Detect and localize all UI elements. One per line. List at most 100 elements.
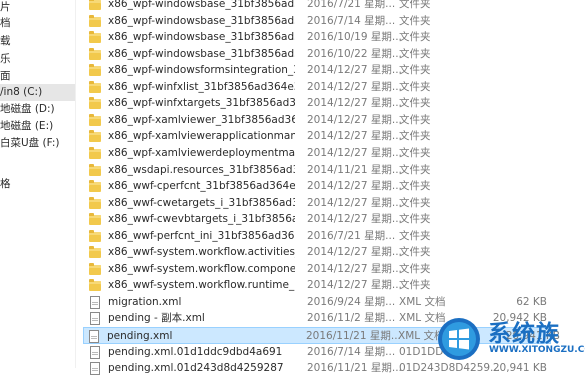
nav-item[interactable]: 面 [0,68,11,85]
folder-row[interactable]: x86_wpf-windowsbase_31bf3856ad36... 2016/… [85,29,537,46]
file-date: 2016/7/14 星期... [307,14,396,27]
folder-row[interactable]: x86_wpf-xamlviewerdeploymentmanif... 2014… [85,145,537,162]
folder-row[interactable]: x86_wpf-windowsbase_31bf3856ad36... 2016/… [85,13,537,30]
file-date: 2014/11/21 星期... [307,163,402,176]
file-date: 2016/7/21 星期... [307,229,396,242]
folder-icon [89,80,101,93]
folder-row[interactable]: x86_wpf-xamlviewer_31bf3856ad364e... 2014… [85,112,537,129]
watermark-url: WWW.XITONGZU.COM [489,345,585,355]
nav-item[interactable]: 白菜U盘 (F:) [0,135,59,152]
file-date: 2016/10/22 星期... [307,47,402,60]
file-type: 文件夹 [399,97,431,110]
folder-row[interactable]: x86_wwf-system.workflow.component... 2014… [85,261,537,278]
file-type: 文件夹 [399,196,431,209]
file-date: 2014/12/27 星期... [307,64,402,77]
file-name: x86_wwf-cwevbtargets_i_31bf3856ad... [108,213,295,226]
nav-item[interactable]: 地磁盘 (D:) [0,101,55,118]
file-type: 文件夹 [399,146,431,159]
folder-row[interactable]: x86_wpf-winfxtargets_31bf3856ad364... 201… [85,95,537,112]
file-type: 文件夹 [399,213,431,226]
file-date: 2016/11/21 星期... [306,330,401,342]
nav-item[interactable]: 乐 [0,51,11,68]
nav-item[interactable]: 地磁盘 (E:) [0,118,53,135]
folder-row[interactable]: x86_wwf-cwevbtargets_i_31bf3856ad... 2014… [85,211,537,228]
folder-icon [89,113,101,126]
folder-icon [89,47,101,60]
file-icon [90,345,100,359]
folder-icon [89,246,101,259]
file-type: 文件夹 [399,0,431,10]
file-name: x86_wpf-winfxlist_31bf3856ad364e35_... [108,80,295,93]
file-date: 2014/12/27 星期... [307,80,402,93]
folder-icon [89,163,101,176]
file-name: migration.xml [108,295,182,308]
navigation-pane: 片档载乐面/in8 (C:) 地磁盘 (D:) 地磁盘 (E:) 白菜U盘 (F:) 格 [0,0,76,368]
file-name: x86_wpf-windowsbase_31bf3856ad36... [108,47,295,60]
file-icon [89,330,99,343]
folder-row[interactable]: x86_wpf-windowsbase_31bf3856ad36... 2016/… [85,46,537,63]
folder-row[interactable]: x86_wpf-windowsformsintegration_31... 201… [85,62,537,79]
file-name: x86_wpf-windowsbase_31bf3856ad36... [108,0,295,10]
folder-icon [89,213,101,226]
folder-row[interactable]: x86_wwf-cperfcnt_31bf3856ad364e35_... 201… [85,178,537,195]
file-name: x86_wpf-xamlviewerdeploymentmanif... [108,146,295,159]
file-name: x86_wwf-system.workflow.activities_3... [108,246,295,259]
folder-icon [89,14,101,27]
nav-item[interactable]: 档 [0,15,11,32]
nav-item[interactable]: 格 [0,176,11,193]
folder-icon [89,262,101,275]
file-name: x86_wpf-windowsbase_31bf3856ad36... [108,14,295,27]
file-type: 文件夹 [399,31,431,44]
file-type: 文件夹 [399,246,431,259]
file-name: x86_wpf-winfxtargets_31bf3856ad364... [108,97,295,110]
file-name: pending.xml [107,330,173,342]
file-name: x86_wpf-xamlviewerapplicationmanif... [108,130,295,143]
file-date: 2016/9/24 星期... [307,295,396,308]
file-name: x86_wwf-cperfcnt_31bf3856ad364e35_... [108,180,295,193]
file-name: x86_wpf-xamlviewer_31bf3856ad364e... [108,113,295,126]
folder-row[interactable]: x86_wwf-system.workflow.activities_3... 2… [85,244,537,261]
nav-item[interactable]: 片 [0,0,11,16]
folder-row[interactable]: x86_wsdapi.resources_31bf3856ad36... 2014… [85,162,537,179]
folder-row[interactable]: x86_wpf-xamlviewerapplicationmanif... 201… [85,128,537,145]
watermark-title: 系统族 [488,321,560,347]
folder-row[interactable]: x86_wpf-winfxlist_31bf3856ad364e35_... 20… [85,79,537,96]
folder-icon [89,31,101,44]
folder-icon [89,130,101,143]
watermark-logo: 系统族 WWW.XITONGZU.COM [430,312,585,368]
file-type: 文件夹 [399,47,431,60]
folder-row[interactable]: x86_wwf-perfcnt_ini_31bf3856ad364e... 201… [85,228,537,245]
nav-item[interactable]: 载 [0,33,11,50]
file-row[interactable]: migration.xml 2016/9/24 星期... XML 文档 62 KB [85,294,547,311]
file-name: x86_wwf-system.workflow.component... [108,262,295,275]
file-date: 2016/11/21 星期... [307,362,402,375]
file-name: x86_wpf-windowsformsintegration_31... [108,64,295,77]
folder-icon [89,0,101,10]
file-date: 2014/12/27 星期... [307,196,402,209]
file-name: pending.xml.01d1ddc9dbd4a691 [108,345,283,358]
file-date: 2016/7/21 星期... [307,0,396,10]
file-date: 2016/11/2 星期... [307,312,396,325]
file-icon [90,295,100,309]
folder-icon [89,146,101,159]
file-name: x86_wsdapi.resources_31bf3856ad36... [108,163,295,176]
file-date: 2014/12/27 星期... [307,180,402,193]
folder-row[interactable]: x86_wwf-system.workflow.runtime_31... 201… [85,277,537,294]
file-name: x86_wwf-perfcnt_ini_31bf3856ad364e... [108,229,295,242]
file-type: 文件夹 [399,113,431,126]
file-type: 文件夹 [399,163,431,176]
folder-icon [89,229,101,242]
folder-icon [89,64,101,77]
file-icon [90,312,100,326]
file-type: 文件夹 [399,14,431,27]
folder-row[interactable]: x86_wpf-windowsbase_31bf3856ad36... 2016/… [85,0,537,13]
file-date: 2014/12/27 星期... [307,130,402,143]
folder-row[interactable]: x86_wwf-cwetargets_i_31bf3856ad36... 2014… [85,195,537,212]
nav-item[interactable]: /in8 (C:) [0,84,75,101]
file-date: 2014/12/27 星期... [307,246,402,259]
file-name: x86_wwf-cwetargets_i_31bf3856ad36... [108,196,295,209]
file-type: 文件夹 [399,262,431,275]
file-type: 文件夹 [399,64,431,77]
folder-icon [89,279,101,292]
windows-logo-icon [438,318,480,360]
